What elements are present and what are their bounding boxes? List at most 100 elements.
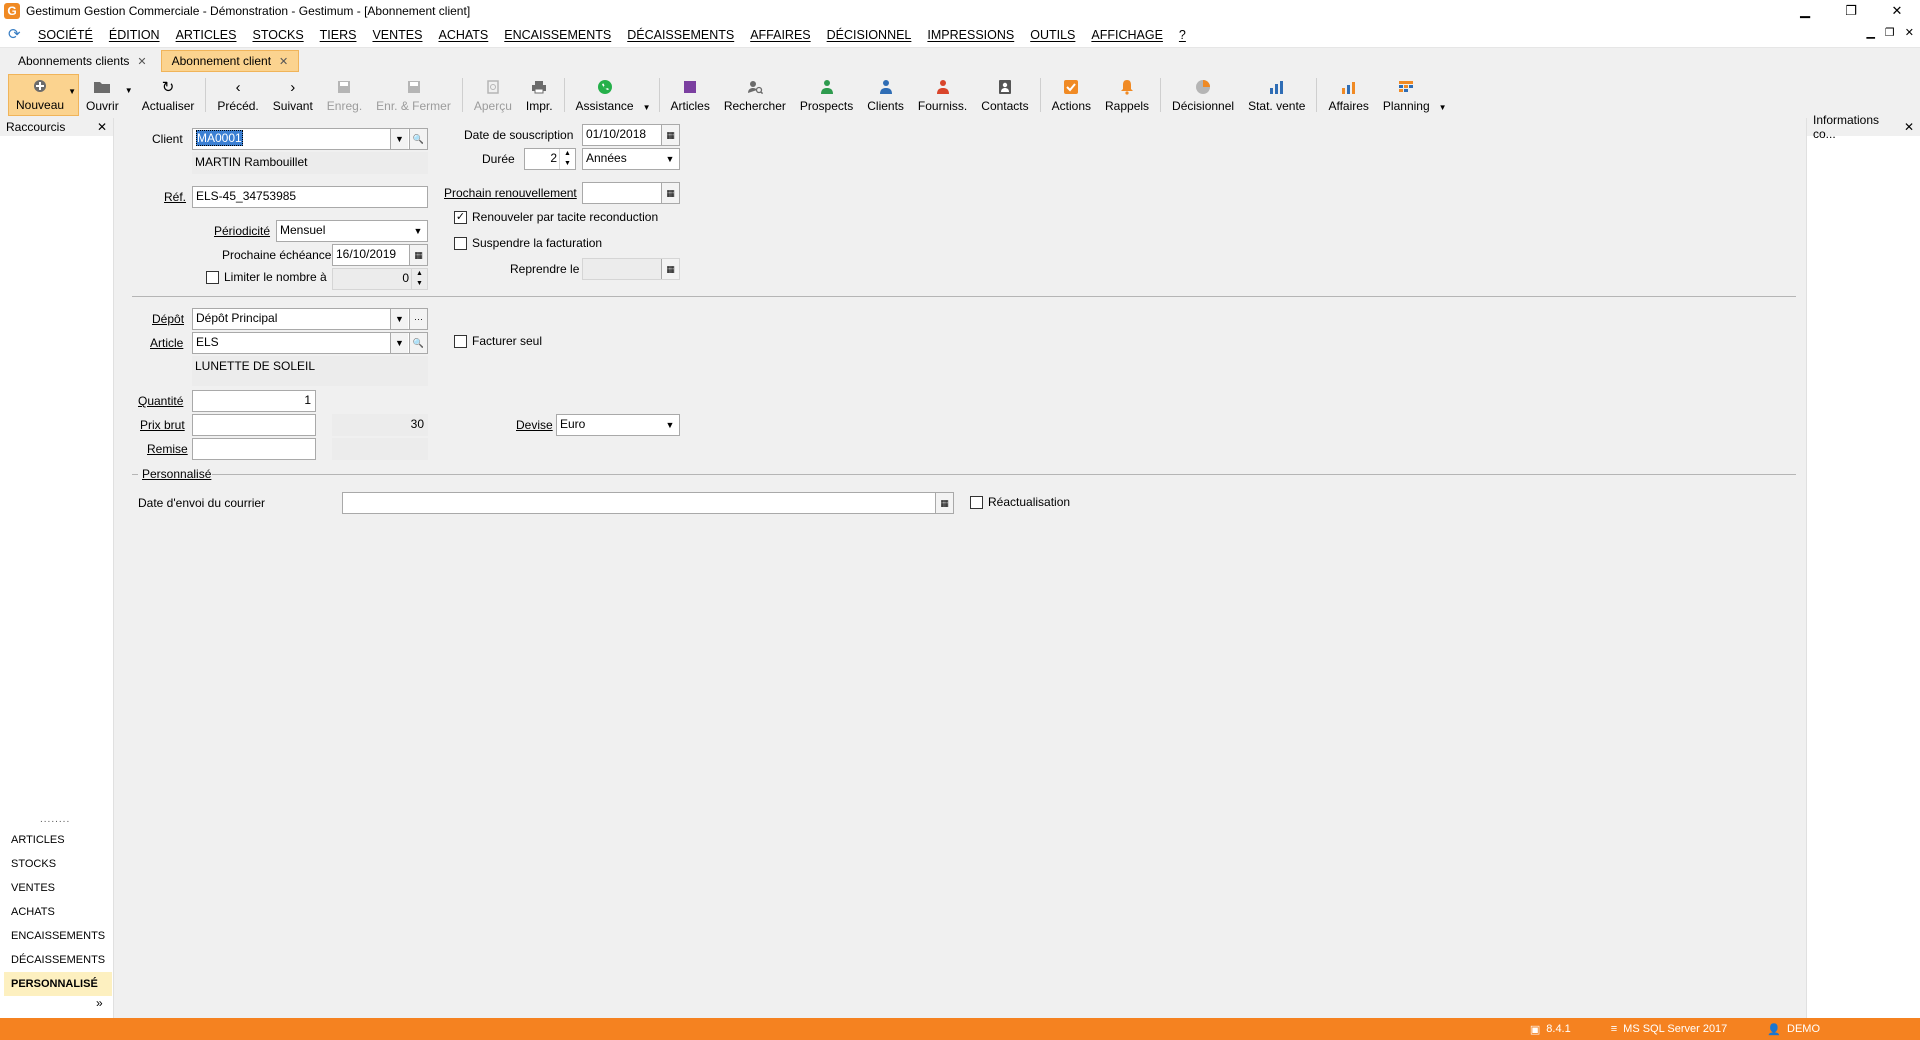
close-tab-icon[interactable]: ✕: [137, 55, 146, 68]
suspendre-checkbox[interactable]: Suspendre la facturation: [454, 236, 602, 250]
suspendre-checkbox-box[interactable]: [454, 236, 467, 250]
calendar-icon[interactable]: ▦: [661, 125, 679, 145]
mdi-close-icon[interactable]: ✕: [1905, 26, 1914, 39]
minimize-button[interactable]: ▁: [1782, 0, 1828, 22]
assistance-button[interactable]: Assistance: [569, 74, 641, 116]
duree-stepper[interactable]: 2 ▲ ▼: [524, 148, 576, 170]
stepper-arrows-icon[interactable]: ▲ ▼: [411, 269, 427, 289]
menu-societe[interactable]: SOCIÉTÉ: [30, 28, 101, 42]
splitter-grip[interactable]: ........: [40, 814, 70, 825]
menu-articles[interactable]: ARTICLES: [168, 28, 245, 42]
mdi-restore-icon[interactable]: ❐: [1885, 26, 1895, 39]
reactualisation-checkbox-box[interactable]: [970, 495, 983, 509]
menu-achats[interactable]: ACHATS: [430, 28, 496, 42]
search-icon[interactable]: 🔍: [409, 333, 427, 353]
section-stocks[interactable]: STOCKS: [4, 852, 112, 876]
contacts-button[interactable]: Contacts: [974, 74, 1035, 116]
section-achats[interactable]: ACHATS: [4, 900, 112, 924]
planning-button[interactable]: Planning: [1376, 74, 1437, 116]
calendar-icon[interactable]: ▦: [409, 245, 427, 265]
devise-select[interactable]: Euro ▼: [556, 414, 680, 436]
articles-button[interactable]: Articles: [664, 74, 717, 116]
fournisseurs-button[interactable]: Fourniss.: [911, 74, 974, 116]
renouveler-checkbox[interactable]: ✓ Renouveler par tacite reconduction: [454, 210, 658, 224]
refresh-icon[interactable]: ⟳: [8, 26, 24, 43]
rappels-button[interactable]: Rappels: [1098, 74, 1156, 116]
chevron-down-icon[interactable]: ▼: [409, 221, 427, 241]
calendar-icon[interactable]: ▦: [935, 493, 953, 513]
nouveau-button[interactable]: Nouveau ▼: [8, 74, 80, 116]
search-icon[interactable]: 🔍: [409, 129, 427, 149]
dropdown-arrow-icon[interactable]: ▼: [125, 86, 133, 95]
menu-affaires[interactable]: AFFAIRES: [742, 28, 818, 42]
limiter-checkbox-box[interactable]: [206, 270, 219, 284]
chevron-down-icon[interactable]: ▼: [390, 129, 408, 149]
prospects-button[interactable]: Prospects: [793, 74, 860, 116]
chevron-down-icon[interactable]: ▼: [390, 309, 408, 329]
actions-button[interactable]: Actions: [1045, 74, 1098, 116]
quantite-input[interactable]: 1: [192, 390, 316, 412]
suivant-button[interactable]: › Suivant: [266, 74, 320, 116]
date-envoi-input[interactable]: ▦: [342, 492, 954, 514]
toolbar-more-icon[interactable]: ▼: [1439, 103, 1447, 112]
section-decaissements[interactable]: DÉCAISSEMENTS: [4, 948, 112, 972]
remise-input[interactable]: [192, 438, 316, 460]
clients-button[interactable]: Clients: [860, 74, 911, 116]
more-options-icon[interactable]: ···: [409, 309, 427, 329]
calendar-icon[interactable]: ▦: [661, 259, 679, 279]
section-personnalise[interactable]: PERSONNALISÉ: [4, 972, 112, 996]
affaires-button[interactable]: Affaires: [1321, 74, 1375, 116]
restore-button[interactable]: ❐: [1828, 0, 1874, 22]
client-input[interactable]: MA0001 ▼ 🔍: [192, 128, 428, 150]
calendar-icon[interactable]: ▦: [661, 183, 679, 203]
apercu-button[interactable]: Aperçu: [467, 74, 519, 116]
toolbar-more-icon[interactable]: ▼: [643, 103, 651, 112]
expand-sections-icon[interactable]: »: [96, 996, 103, 1010]
imprimer-button[interactable]: Impr.: [519, 74, 560, 116]
close-button[interactable]: ✕: [1874, 0, 1920, 22]
section-encaissements[interactable]: ENCAISSEMENTS: [4, 924, 112, 948]
ouvrir-button[interactable]: Ouvrir ▼: [79, 74, 135, 116]
menu-stocks[interactable]: STOCKS: [244, 28, 311, 42]
menu-decisionnel[interactable]: DÉCISIONNEL: [819, 28, 920, 42]
prix-brut-input[interactable]: [192, 414, 316, 436]
close-panel-icon[interactable]: ✕: [1904, 120, 1914, 134]
menu-outils[interactable]: OUTILS: [1022, 28, 1083, 42]
periodicite-select[interactable]: Mensuel ▼: [276, 220, 428, 242]
decisionnel-button[interactable]: Décisionnel: [1165, 74, 1241, 116]
prochaine-echeance-input[interactable]: 16/10/2019 ▦: [332, 244, 428, 266]
menu-impressions[interactable]: IMPRESSIONS: [919, 28, 1022, 42]
checkmark-icon[interactable]: ✓: [454, 210, 467, 224]
menu-ventes[interactable]: VENTES: [364, 28, 430, 42]
ref-input[interactable]: ELS-45_34753985: [192, 186, 428, 208]
reactualisation-checkbox[interactable]: Réactualisation: [970, 495, 1070, 509]
menu-encaissements[interactable]: ENCAISSEMENTS: [496, 28, 619, 42]
menu-edition[interactable]: ÉDITION: [101, 28, 168, 42]
chevron-down-icon[interactable]: ▼: [390, 333, 408, 353]
chevron-down-icon[interactable]: ▼: [661, 415, 679, 435]
menu-help[interactable]: ?: [1171, 28, 1194, 42]
chevron-down-icon[interactable]: ▼: [661, 149, 679, 169]
duree-unit-select[interactable]: Années ▼: [582, 148, 680, 170]
menu-tiers[interactable]: TIERS: [312, 28, 365, 42]
tab-abonnement-client[interactable]: Abonnement client ✕: [160, 50, 300, 72]
stepper-arrows-icon[interactable]: ▲ ▼: [559, 149, 575, 169]
limiter-stepper[interactable]: 0 ▲ ▼: [332, 268, 428, 290]
enregistrer-fermer-button[interactable]: Enr. & Fermer: [369, 74, 458, 116]
prochain-renouvellement-input[interactable]: ▦: [582, 182, 680, 204]
rechercher-button[interactable]: Rechercher: [717, 74, 793, 116]
dropdown-arrow-icon[interactable]: ▼: [68, 87, 76, 96]
section-articles[interactable]: ARTICLES: [4, 828, 112, 852]
enregistrer-button[interactable]: Enreg.: [320, 74, 369, 116]
precedent-button[interactable]: ‹ Précéd.: [210, 74, 265, 116]
menu-affichage[interactable]: AFFICHAGE: [1083, 28, 1171, 42]
date-souscription-input[interactable]: 01/10/2018 ▦: [582, 124, 680, 146]
close-tab-icon[interactable]: ✕: [279, 55, 288, 68]
facturer-seul-checkbox[interactable]: Facturer seul: [454, 334, 542, 348]
limiter-checkbox[interactable]: Limiter le nombre à: [206, 270, 327, 284]
depot-select[interactable]: Dépôt Principal ▼ ···: [192, 308, 428, 330]
mdi-minimize-icon[interactable]: ▁: [1866, 26, 1874, 39]
reprendre-input[interactable]: ▦: [582, 258, 680, 280]
actualiser-button[interactable]: ↻ Actualiser: [135, 74, 202, 116]
close-panel-icon[interactable]: ✕: [97, 120, 107, 134]
